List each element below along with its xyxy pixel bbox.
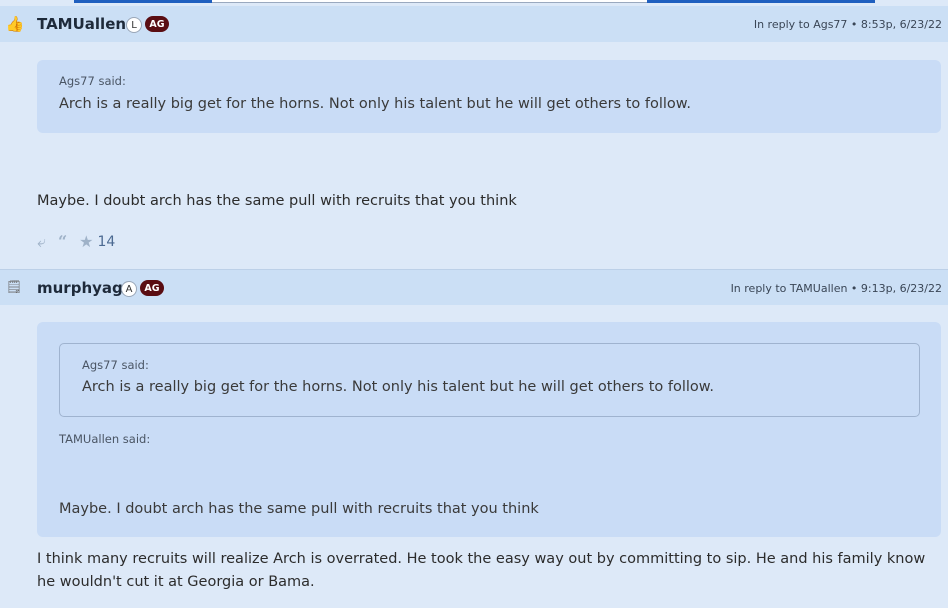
nav-segment-right — [647, 0, 875, 3]
quote-block: Ags77 said: Arch is a really big get for… — [37, 322, 941, 537]
user-group-badge: AG — [140, 280, 164, 296]
quote-text: Arch is a really big get for the horns. … — [82, 379, 714, 395]
user-level-badge: L — [126, 17, 142, 33]
thumbs-up-avatar-icon[interactable]: 👍 — [6, 15, 25, 33]
username-link[interactable]: TAMUallen — [37, 15, 126, 33]
reply-arrow-icon[interactable]: ⤶ — [37, 232, 46, 252]
quote-block: Ags77 said: Arch is a really big get for… — [37, 60, 941, 133]
nav-segment-middle — [212, 0, 647, 3]
star-icon[interactable]: ★ — [79, 232, 93, 252]
notepad-avatar-icon[interactable]: 🗒 — [5, 278, 23, 296]
star-count: 14 — [97, 234, 116, 250]
top-nav-strip — [0, 0, 948, 4]
nested-quote-block: Ags77 said: Arch is a really big get for… — [59, 343, 920, 417]
post-header: 🗒 murphyag A AG In reply to TAMUallen • … — [0, 269, 948, 305]
post-actions: ⤶ “ ★ 14 — [37, 232, 115, 252]
post-body: I think many recruits will realize Arch … — [37, 551, 926, 590]
quote-author-said[interactable]: TAMUallen said: — [59, 432, 150, 446]
user-group-badge: AG — [145, 16, 169, 32]
quote-text: Maybe. I doubt arch has the same pull wi… — [59, 501, 539, 517]
quote-text: Arch is a really big get for the horns. … — [59, 96, 691, 112]
quote-author-said[interactable]: Ags77 said: — [59, 74, 126, 88]
post-header: 👍 TAMUallen L AG In reply to Ags77 • 8:5… — [0, 6, 948, 42]
username-link[interactable]: murphyag — [37, 279, 123, 297]
post-body: Maybe. I doubt arch has the same pull wi… — [37, 193, 517, 209]
reply-meta-link[interactable]: In reply to Ags77 • 8:53p, 6/23/22 — [754, 18, 942, 31]
user-level-badge: A — [121, 281, 137, 297]
quote-author-said[interactable]: Ags77 said: — [82, 358, 149, 372]
reply-meta-link[interactable]: In reply to TAMUallen • 9:13p, 6/23/22 — [731, 282, 942, 295]
quote-icon[interactable]: “ — [58, 232, 67, 252]
nav-segment-left — [74, 0, 212, 3]
